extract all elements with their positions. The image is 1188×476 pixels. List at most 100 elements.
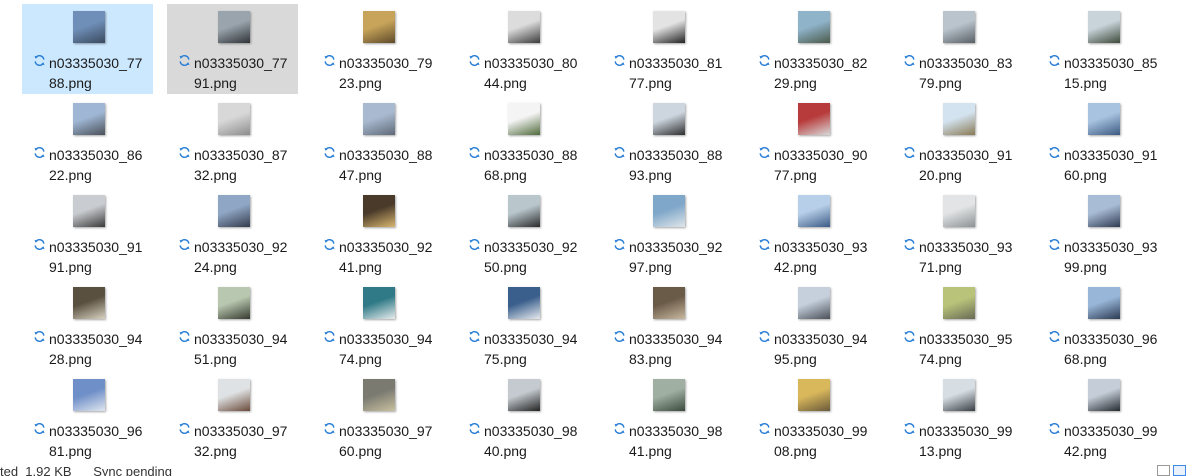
- file-item[interactable]: n03335030_85 15.png: [1037, 4, 1168, 94]
- file-name: n03335030_93 71.png: [919, 239, 1013, 275]
- sync-pending-icon: [614, 423, 625, 434]
- file-name: n03335030_94 95.png: [774, 331, 868, 367]
- file-item[interactable]: n03335030_93 71.png: [892, 188, 1023, 278]
- sync-pending-icon: [179, 147, 190, 158]
- file-name: n03335030_88 68.png: [484, 147, 578, 183]
- file-thumbnail: [653, 11, 685, 43]
- sync-pending-icon: [324, 147, 335, 158]
- file-item[interactable]: n03335030_88 68.png: [457, 96, 588, 186]
- file-name: n03335030_99 13.png: [919, 423, 1013, 459]
- file-name: n03335030_94 74.png: [339, 331, 433, 367]
- sync-pending-icon: [904, 239, 915, 250]
- file-thumbnail: [508, 287, 540, 319]
- file-item[interactable]: n03335030_97 60.png: [312, 372, 443, 462]
- file-grid: n03335030_77 88.png n03335030_77 91.png n033…: [0, 0, 1188, 462]
- file-item[interactable]: n03335030_77 88.png: [22, 4, 153, 94]
- file-name: n03335030_83 79.png: [919, 55, 1013, 91]
- sync-pending-icon: [179, 55, 190, 66]
- sync-pending-icon: [34, 239, 45, 250]
- file-thumbnail: [363, 287, 395, 319]
- file-item[interactable]: n03335030_96 81.png: [22, 372, 153, 462]
- sync-pending-icon: [34, 147, 45, 158]
- file-name: n03335030_99 08.png: [774, 423, 868, 459]
- file-name: n03335030_99 42.png: [1064, 423, 1158, 459]
- sync-pending-icon: [1049, 55, 1060, 66]
- file-item[interactable]: n03335030_98 41.png: [602, 372, 733, 462]
- sync-pending-icon: [1049, 239, 1060, 250]
- file-item[interactable]: n03335030_92 24.png: [167, 188, 298, 278]
- file-thumbnail: [798, 11, 830, 43]
- file-item[interactable]: n03335030_93 99.png: [1037, 188, 1168, 278]
- file-name: n03335030_97 32.png: [194, 423, 288, 459]
- large-icons-view-icon[interactable]: [1173, 465, 1186, 476]
- file-item[interactable]: n03335030_92 41.png: [312, 188, 443, 278]
- file-item[interactable]: n03335030_80 44.png: [457, 4, 588, 94]
- file-item[interactable]: n03335030_90 77.png: [747, 96, 878, 186]
- file-name: n03335030_86 22.png: [49, 147, 143, 183]
- file-item[interactable]: n03335030_94 75.png: [457, 280, 588, 370]
- file-thumbnail: [798, 287, 830, 319]
- file-item[interactable]: n03335030_82 29.png: [747, 4, 878, 94]
- sync-pending-icon: [469, 55, 480, 66]
- file-item[interactable]: n03335030_99 42.png: [1037, 372, 1168, 462]
- file-item[interactable]: n03335030_95 74.png: [892, 280, 1023, 370]
- file-name: n03335030_79 23.png: [339, 55, 433, 91]
- file-item[interactable]: n03335030_79 23.png: [312, 4, 443, 94]
- file-name: n03335030_91 20.png: [919, 147, 1013, 183]
- file-item[interactable]: n03335030_94 83.png: [602, 280, 733, 370]
- file-item[interactable]: n03335030_92 97.png: [602, 188, 733, 278]
- file-thumbnail: [653, 103, 685, 135]
- file-thumbnail: [363, 11, 395, 43]
- file-thumbnail: [1088, 287, 1120, 319]
- sync-pending-icon: [324, 423, 335, 434]
- file-name: n03335030_97 60.png: [339, 423, 433, 459]
- file-item[interactable]: n03335030_96 68.png: [1037, 280, 1168, 370]
- file-thumbnail: [218, 11, 250, 43]
- file-name: n03335030_93 42.png: [774, 239, 868, 275]
- file-item[interactable]: n03335030_97 32.png: [167, 372, 298, 462]
- file-item[interactable]: n03335030_94 28.png: [22, 280, 153, 370]
- file-item[interactable]: n03335030_77 91.png: [167, 4, 298, 94]
- sync-pending-icon: [904, 55, 915, 66]
- file-item[interactable]: n03335030_83 79.png: [892, 4, 1023, 94]
- file-item[interactable]: n03335030_91 60.png: [1037, 96, 1168, 186]
- sync-pending-icon: [759, 331, 770, 342]
- file-thumbnail: [508, 103, 540, 135]
- file-item[interactable]: n03335030_86 22.png: [22, 96, 153, 186]
- sync-pending-icon: [324, 239, 335, 250]
- file-item[interactable]: n03335030_92 50.png: [457, 188, 588, 278]
- file-item[interactable]: n03335030_87 32.png: [167, 96, 298, 186]
- status-bar: ted 1.92 KB Sync pending: [0, 462, 1188, 476]
- file-item[interactable]: n03335030_91 91.png: [22, 188, 153, 278]
- file-name: n03335030_93 99.png: [1064, 239, 1158, 275]
- file-thumbnail: [73, 103, 105, 135]
- file-item[interactable]: n03335030_91 20.png: [892, 96, 1023, 186]
- file-thumbnail: [798, 195, 830, 227]
- file-name: n03335030_96 68.png: [1064, 331, 1158, 367]
- file-name: n03335030_92 24.png: [194, 239, 288, 275]
- file-item[interactable]: n03335030_94 74.png: [312, 280, 443, 370]
- sync-pending-icon: [759, 147, 770, 158]
- file-item[interactable]: n03335030_88 93.png: [602, 96, 733, 186]
- file-thumbnail: [508, 11, 540, 43]
- sync-pending-icon: [759, 239, 770, 250]
- file-item[interactable]: n03335030_99 13.png: [892, 372, 1023, 462]
- file-thumbnail: [218, 379, 250, 411]
- file-item[interactable]: n03335030_94 51.png: [167, 280, 298, 370]
- file-item[interactable]: n03335030_93 42.png: [747, 188, 878, 278]
- file-item[interactable]: n03335030_88 47.png: [312, 96, 443, 186]
- sync-pending-icon: [469, 423, 480, 434]
- file-name: n03335030_94 28.png: [49, 331, 143, 367]
- sync-pending-icon: [179, 423, 190, 434]
- file-item[interactable]: n03335030_98 40.png: [457, 372, 588, 462]
- file-item[interactable]: n03335030_94 95.png: [747, 280, 878, 370]
- file-item[interactable]: n03335030_99 08.png: [747, 372, 878, 462]
- file-item[interactable]: n03335030_81 77.png: [602, 4, 733, 94]
- file-name: n03335030_88 47.png: [339, 147, 433, 183]
- details-view-icon[interactable]: [1157, 465, 1170, 476]
- sync-pending-icon: [469, 147, 480, 158]
- sync-pending-icon: [1049, 147, 1060, 158]
- sync-pending-icon: [759, 55, 770, 66]
- file-thumbnail: [218, 103, 250, 135]
- file-name: n03335030_98 40.png: [484, 423, 578, 459]
